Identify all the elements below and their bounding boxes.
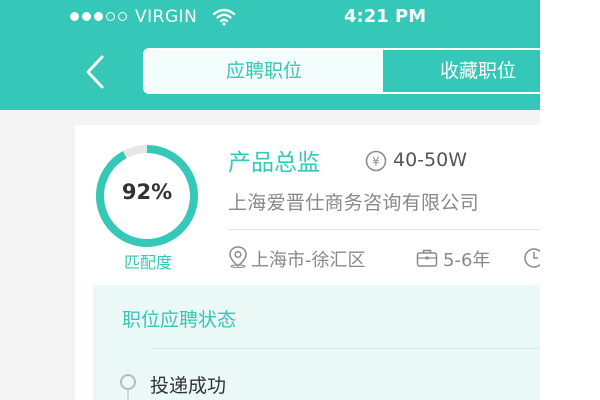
timeline-dot-icon	[120, 374, 136, 390]
company-name: 上海爱晋仕商务咨询有限公司	[228, 192, 479, 214]
signal-dot	[94, 12, 103, 21]
match-percent: 92%	[121, 180, 173, 204]
carrier-name: VIRGIN	[135, 7, 198, 27]
job-location: 上海市-徐汇区	[251, 250, 366, 271]
timeline-line	[127, 390, 129, 400]
wifi-icon	[212, 8, 236, 26]
svg-text:¥: ¥	[372, 155, 380, 169]
tab-bar: 应聘职位 收藏职位	[143, 48, 540, 94]
tab-saved-jobs[interactable]: 收藏职位	[383, 50, 540, 92]
page-margin	[540, 0, 600, 400]
signal-strength-icon	[70, 12, 127, 21]
clock-icon	[524, 248, 540, 268]
signal-dot	[70, 12, 79, 21]
job-title: 产品总监	[228, 150, 320, 176]
divider	[228, 229, 540, 230]
job-experience: 5-6年	[443, 250, 491, 271]
location-pin-icon	[229, 246, 247, 268]
header: VIRGIN 4:21 PM 应聘职位 收藏职位	[0, 0, 540, 110]
briefcase-icon	[416, 249, 438, 267]
clock-time: 4:21 PM	[344, 6, 427, 27]
salary-range: 40-50W	[393, 149, 467, 171]
signal-dot	[106, 12, 115, 21]
status-step-label: 投递成功	[150, 375, 227, 397]
yen-icon: ¥	[365, 150, 387, 172]
divider	[150, 348, 540, 349]
tab-applied-jobs[interactable]: 应聘职位	[145, 50, 383, 92]
signal-dot	[118, 12, 127, 21]
application-status-title: 职位应聘状态	[122, 309, 237, 331]
chevron-left-icon[interactable]	[80, 54, 110, 90]
status-bar: VIRGIN 4:21 PM	[0, 0, 540, 36]
signal-dot	[82, 12, 91, 21]
app-screen: VIRGIN 4:21 PM 应聘职位 收藏职位 92% 匹配度 产品总监 ¥ …	[0, 0, 540, 400]
match-label: 匹配度	[123, 253, 172, 272]
